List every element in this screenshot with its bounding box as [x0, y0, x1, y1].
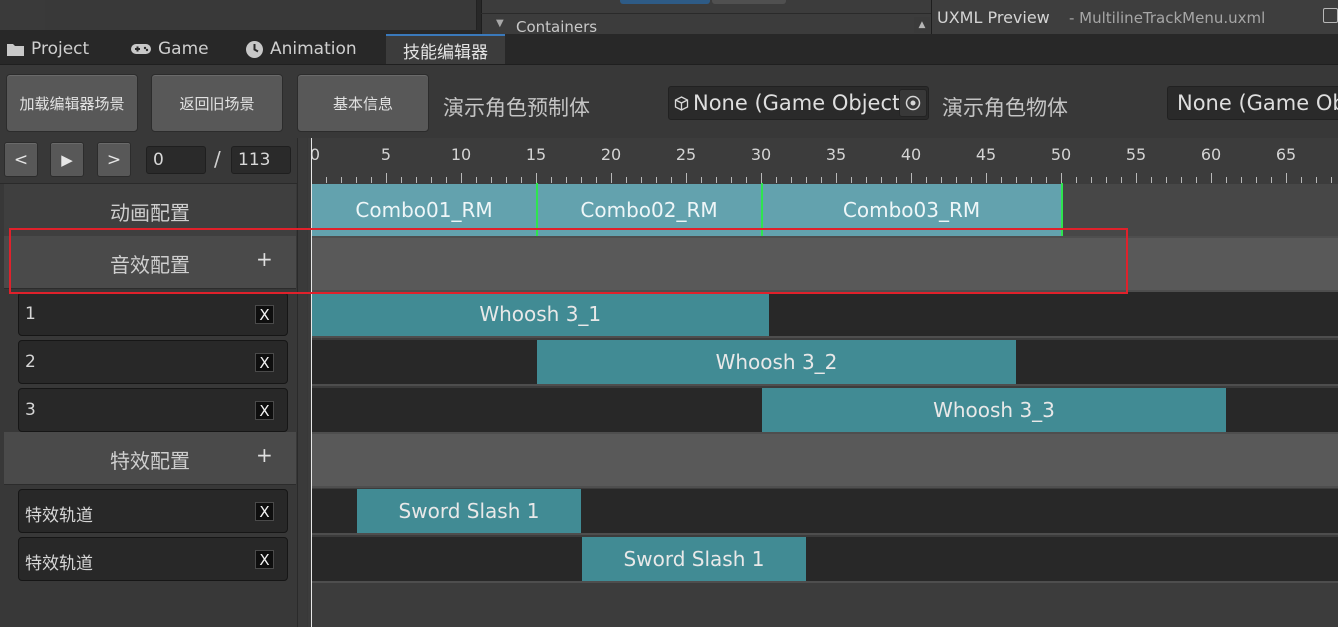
ruler-major-tick: [761, 173, 762, 183]
containers-toolbar-button-b[interactable]: [712, 0, 786, 4]
audio-clip[interactable]: Whoosh 3_3: [762, 388, 1226, 432]
remove-track-button[interactable]: X: [255, 353, 274, 372]
lane-separator: [311, 533, 1338, 535]
ruler-major-tick: [1136, 173, 1137, 183]
ruler-major-tick: [386, 173, 387, 183]
group-title-effects: 特效配置: [110, 449, 190, 473]
ruler-tick-label: 20: [600, 145, 622, 164]
ruler-major-tick: [911, 173, 912, 183]
tab-animation[interactable]: Animation: [245, 34, 357, 64]
prefab-field-label: 演示角色预制体: [443, 96, 590, 120]
ruler-tick-label: 50: [1050, 145, 1072, 164]
lane-separator: [311, 581, 1338, 583]
frame-separator: /: [214, 147, 221, 171]
ruler-tick-label: 60: [1200, 145, 1222, 164]
basic-info-button[interactable]: 基本信息: [297, 74, 429, 132]
ruler-tick-label: 15: [525, 145, 547, 164]
uxml-preview-title: UXML Preview: [937, 8, 1050, 27]
tab-skill-editor[interactable]: 技能编辑器: [386, 34, 505, 64]
ruler-major-tick: [611, 173, 612, 183]
effect-track-lane[interactable]: [311, 537, 1338, 581]
next-frame-button[interactable]: >: [97, 142, 131, 177]
ruler-tick-label: 5: [380, 145, 392, 164]
scroll-up-icon[interactable]: ▲: [914, 17, 930, 33]
ruler-major-tick: [686, 173, 687, 183]
uxml-preview-file: - MultilineTrackMenu.uxml: [1069, 9, 1266, 27]
track-name: 特效轨道: [25, 506, 93, 526]
tab-game-label: Game: [158, 39, 209, 59]
total-frames-input[interactable]: 113: [231, 146, 291, 174]
remove-track-button[interactable]: X: [255, 305, 274, 324]
track-name: 1: [25, 304, 36, 324]
ruler-tick-label: 65: [1275, 145, 1297, 164]
object-field-label: 演示角色物体: [942, 96, 1068, 120]
track-name: 特效轨道: [25, 554, 93, 574]
foldout-arrow-icon[interactable]: ▼: [496, 18, 504, 29]
effect-track-item[interactable]: 特效轨道 X: [18, 537, 288, 581]
folder-icon: [7, 43, 24, 56]
ruler-tick-label: 40: [900, 145, 922, 164]
character-object-field[interactable]: None (Game Object): [1167, 86, 1338, 120]
ruler-major-tick: [461, 173, 462, 183]
group-title-animation: 动画配置: [110, 201, 190, 225]
ruler-major-tick: [1061, 173, 1062, 183]
audio-clip[interactable]: Whoosh 3_2: [537, 340, 1016, 384]
current-frame-input[interactable]: 0: [146, 146, 206, 174]
containers-toolbar-button-a[interactable]: [620, 0, 710, 4]
target-icon: [905, 95, 921, 111]
load-editor-scene-button[interactable]: 加载编辑器场景: [6, 74, 138, 132]
audio-track-item[interactable]: 3X: [18, 388, 288, 432]
containers-separator: [481, 13, 931, 14]
prefab-object-value: None (Game Object): [693, 91, 909, 115]
effect-clip[interactable]: Sword Slash 1: [582, 537, 806, 581]
lane-separator: [311, 486, 1338, 488]
track-list-divider: [297, 138, 307, 627]
tab-project[interactable]: Project: [6, 34, 89, 64]
lane-separator: [311, 384, 1338, 386]
effect-track-item[interactable]: 特效轨道 X: [18, 489, 288, 533]
audio-clip[interactable]: Whoosh 3_1: [312, 292, 769, 336]
top-mid-panel: [45, 0, 477, 30]
add-effect-track-button[interactable]: +: [256, 443, 273, 467]
play-button[interactable]: ▶: [50, 142, 84, 177]
lane-separator: [311, 336, 1338, 338]
top-left-panel: [0, 0, 45, 30]
audio-track-item[interactable]: 2X: [18, 340, 288, 384]
effects-group-lane[interactable]: [311, 434, 1338, 486]
tab-animation-label: Animation: [270, 39, 357, 59]
ruler-tick-label: 30: [750, 145, 772, 164]
ruler-tick-label: 10: [450, 145, 472, 164]
tab-game[interactable]: Game: [130, 34, 209, 64]
audio-track-item[interactable]: 1X: [18, 292, 288, 336]
ruler-tick-label: 55: [1125, 145, 1147, 164]
ruler-tick-label: 35: [825, 145, 847, 164]
object-picker-icon[interactable]: [899, 89, 927, 117]
ruler-tick-label: 25: [675, 145, 697, 164]
remove-track-button[interactable]: X: [255, 550, 274, 569]
ruler-major-tick: [986, 173, 987, 183]
character-object-value: None (Game Object): [1177, 91, 1338, 115]
track-name: 2: [25, 352, 36, 372]
track-name: 3: [25, 400, 36, 420]
cube-icon: [674, 95, 689, 111]
ruler-major-tick: [536, 173, 537, 183]
return-old-scene-button[interactable]: 返回旧场景: [151, 74, 283, 132]
ruler-tick-label: 45: [975, 145, 997, 164]
prefab-object-field[interactable]: None (Game Object): [668, 86, 929, 120]
ruler-major-tick: [836, 173, 837, 183]
external-link-icon[interactable]: [1323, 8, 1338, 23]
remove-track-button[interactable]: X: [255, 502, 274, 521]
tab-project-label: Project: [31, 39, 90, 59]
annotation-highlight-box: [9, 228, 1128, 294]
group-header-effects: 特效配置 +: [4, 432, 296, 485]
remove-track-button[interactable]: X: [255, 401, 274, 420]
tab-skill-editor-label: 技能编辑器: [403, 42, 488, 63]
ruler-major-tick: [1211, 173, 1212, 183]
ruler-major-tick: [1286, 173, 1287, 183]
prev-frame-button[interactable]: <: [4, 142, 38, 177]
playhead-line[interactable]: [311, 138, 312, 627]
effect-clip[interactable]: Sword Slash 1: [357, 489, 581, 533]
clock-icon: [246, 40, 263, 58]
gamepad-icon: [131, 44, 151, 54]
